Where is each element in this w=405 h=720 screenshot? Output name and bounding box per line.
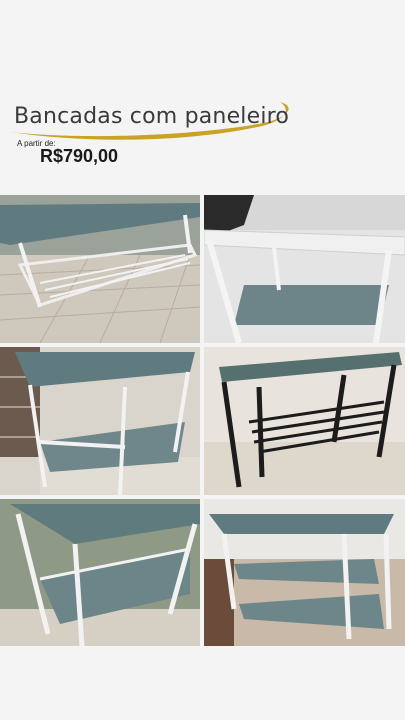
photo-workbench-1 xyxy=(0,195,200,343)
price-value: R$790,00 xyxy=(40,146,119,166)
photo-workbench-4 xyxy=(204,347,405,495)
photo-workbench-6 xyxy=(204,499,405,646)
post-title: Bancadas com paneleiro xyxy=(14,104,290,129)
post-header: Bancadas com paneleiro A partir de: R$79… xyxy=(0,0,405,190)
photo-workbench-5 xyxy=(0,499,200,646)
photo-workbench-2 xyxy=(204,195,405,343)
photo-workbench-3 xyxy=(0,347,200,495)
